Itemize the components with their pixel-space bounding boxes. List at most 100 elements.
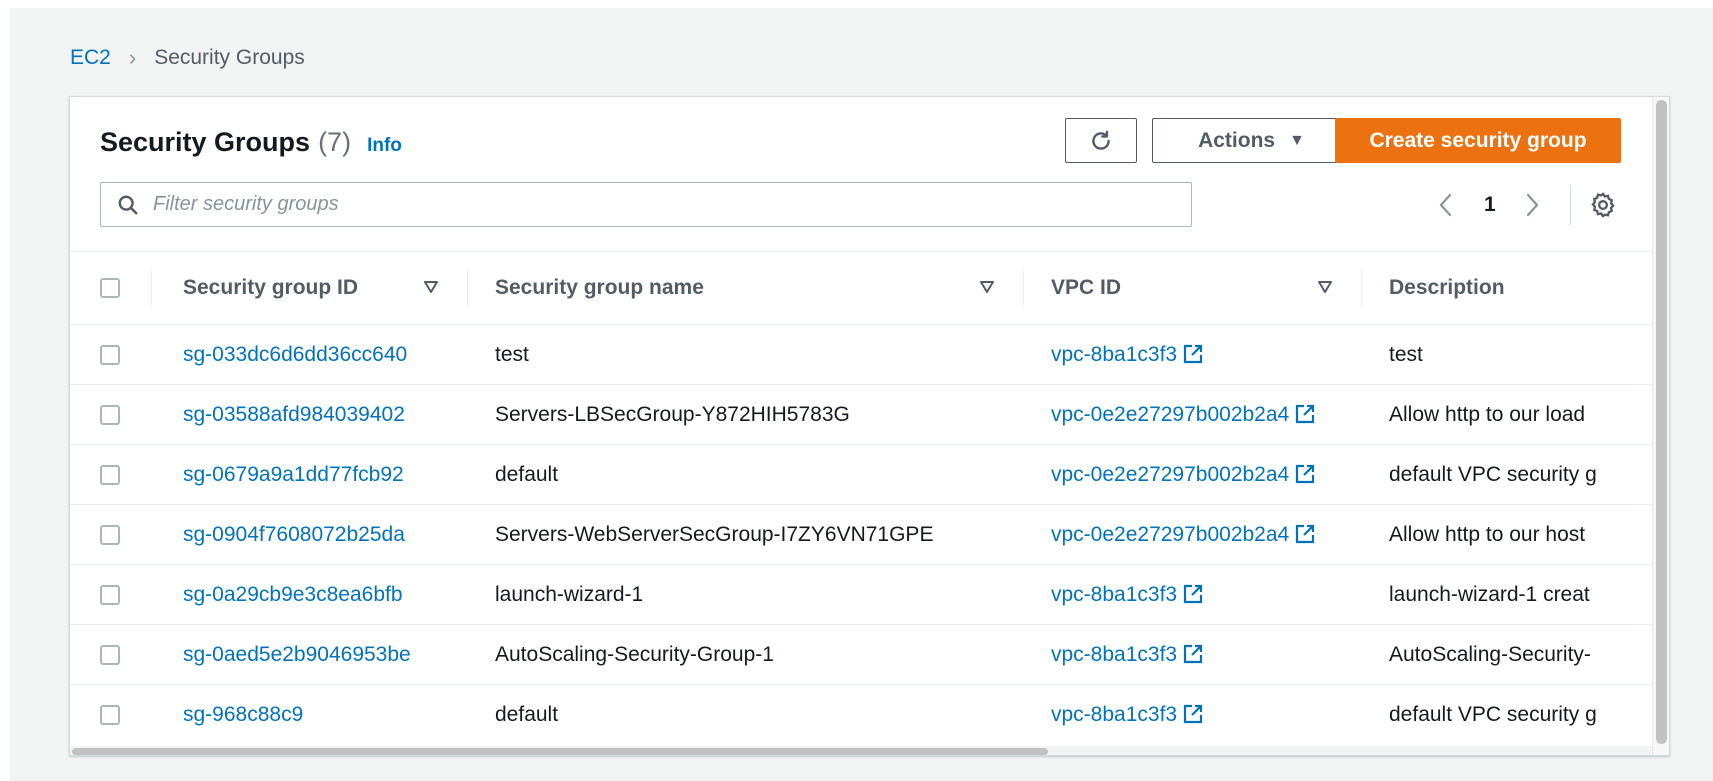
security-group-id-link[interactable]: sg-03588afd984039402 xyxy=(183,403,405,426)
security-group-id-link[interactable]: sg-0904f7608072b25da xyxy=(183,523,405,546)
table-header-row: Security group ID Security group name VP… xyxy=(70,251,1652,325)
security-group-id-link[interactable]: sg-0a29cb9e3c8ea6bfb xyxy=(183,583,403,606)
caret-down-icon: ▼ xyxy=(1289,131,1305,149)
column-header-label: Description xyxy=(1389,276,1505,299)
pagination-divider xyxy=(1570,185,1571,225)
security-group-description: launch-wizard-1 creat xyxy=(1389,582,1590,606)
vpc-id-label: vpc-8ba1c3f3 xyxy=(1051,642,1178,666)
breadcrumb-current: Security Groups xyxy=(154,46,305,69)
row-checkbox[interactable] xyxy=(100,404,120,425)
column-divider xyxy=(1361,270,1362,306)
security-group-description: default VPC security g xyxy=(1389,462,1597,486)
vpc-id-label: vpc-8ba1c3f3 xyxy=(1051,582,1178,606)
vpc-id-label: vpc-0e2e27297b002b2a4 xyxy=(1051,402,1290,426)
column-header-label: VPC ID xyxy=(1051,276,1122,299)
external-link-icon xyxy=(1183,344,1203,363)
sort-down-icon xyxy=(980,281,994,293)
security-groups-panel: Security Groups (7) Info Actions ▼ Creat… xyxy=(69,96,1670,756)
refresh-button[interactable] xyxy=(1065,118,1137,163)
table-row[interactable]: sg-0904f7608072b25da Servers-WebServerSe… xyxy=(70,505,1652,565)
column-header-vpc-id[interactable]: VPC ID xyxy=(1023,252,1361,325)
security-group-id-link[interactable]: sg-0aed5e2b9046953be xyxy=(183,643,411,666)
horizontal-scrollbar-thumb[interactable] xyxy=(72,748,1048,755)
vertical-scrollbar-thumb[interactable] xyxy=(1656,100,1667,744)
column-header-label: Security group name xyxy=(495,276,704,299)
sort-down-icon xyxy=(424,281,438,293)
external-link-icon xyxy=(1183,704,1203,723)
security-group-description: AutoScaling-Security- xyxy=(1389,642,1591,666)
security-group-description: Allow http to our host xyxy=(1389,522,1586,546)
security-group-name: default xyxy=(495,702,559,726)
select-all-checkbox[interactable] xyxy=(100,278,120,298)
external-link-icon xyxy=(1296,464,1315,483)
table-row[interactable]: sg-0a29cb9e3c8ea6bfb launch-wizard-1 vpc… xyxy=(70,565,1652,625)
vpc-id-label: vpc-0e2e27297b002b2a4 xyxy=(1051,462,1290,486)
vpc-id-link[interactable]: vpc-8ba1c3f3 xyxy=(1051,703,1203,726)
security-group-name: Servers-LBSecGroup-Y872HIH5783G xyxy=(495,402,850,426)
security-group-name: AutoScaling-Security-Group-1 xyxy=(495,642,774,666)
security-group-name: default xyxy=(495,462,559,486)
column-header-security-group-name[interactable]: Security group name xyxy=(467,252,1023,325)
chevron-right-icon: › xyxy=(128,45,137,70)
search-box[interactable] xyxy=(100,182,1192,227)
search-input[interactable] xyxy=(153,193,1173,216)
vpc-id-label: vpc-8ba1c3f3 xyxy=(1051,342,1178,366)
group-count: (7) xyxy=(318,127,352,157)
table-row[interactable]: sg-033dc6d6dd36cc640 test vpc-8ba1c3f3 t… xyxy=(70,325,1652,385)
row-checkbox[interactable] xyxy=(100,584,120,605)
page-title: Security Groups xyxy=(100,127,311,157)
external-link-icon xyxy=(1296,404,1315,423)
security-group-id-link[interactable]: sg-033dc6d6dd36cc640 xyxy=(183,343,407,366)
vpc-id-link[interactable]: vpc-0e2e27297b002b2a4 xyxy=(1051,463,1315,486)
security-group-name: launch-wizard-1 xyxy=(495,582,644,606)
column-divider xyxy=(467,270,468,306)
vpc-id-link[interactable]: vpc-8ba1c3f3 xyxy=(1051,343,1203,366)
chevron-right-icon xyxy=(1526,193,1539,217)
row-checkbox[interactable] xyxy=(100,644,120,665)
security-group-description: default VPC security g xyxy=(1389,702,1597,726)
security-group-name: Servers-WebServerSecGroup-I7ZY6VN71GPE xyxy=(495,522,934,546)
security-group-description: Allow http to our load xyxy=(1389,402,1586,426)
table-row[interactable]: sg-0aed5e2b9046953be AutoScaling-Securit… xyxy=(70,625,1652,685)
vpc-id-link[interactable]: vpc-8ba1c3f3 xyxy=(1051,643,1203,666)
row-checkbox[interactable] xyxy=(100,344,120,365)
column-header-description[interactable]: Description xyxy=(1361,252,1652,325)
actions-label: Actions xyxy=(1198,128,1276,152)
security-group-id-link[interactable]: sg-968c88c9 xyxy=(183,703,303,726)
search-icon xyxy=(117,193,141,217)
vpc-id-link[interactable]: vpc-0e2e27297b002b2a4 xyxy=(1051,523,1315,546)
external-link-icon xyxy=(1183,584,1203,603)
breadcrumb: EC2 › Security Groups xyxy=(70,44,305,72)
row-checkbox[interactable] xyxy=(100,704,120,725)
column-header-label: Security group ID xyxy=(183,276,359,299)
vpc-id-label: vpc-8ba1c3f3 xyxy=(1051,702,1178,726)
pagination-page-1[interactable]: 1 xyxy=(1484,185,1496,225)
panel-header: Security Groups (7) Info Actions ▼ Creat… xyxy=(70,97,1652,251)
column-header-security-group-id[interactable]: Security group ID xyxy=(151,252,467,325)
info-link[interactable]: Info xyxy=(367,135,402,157)
create-security-group-button[interactable]: Create security group xyxy=(1335,118,1621,163)
table-settings-button[interactable] xyxy=(1589,191,1617,219)
security-groups-table: Security group ID Security group name VP… xyxy=(70,251,1652,736)
vpc-id-label: vpc-0e2e27297b002b2a4 xyxy=(1051,522,1290,546)
breadcrumb-ec2-link[interactable]: EC2 xyxy=(70,46,111,70)
row-checkbox[interactable] xyxy=(100,524,120,545)
table-row[interactable]: sg-968c88c9 default vpc-8ba1c3f3 default… xyxy=(70,685,1652,737)
table-row[interactable]: sg-03588afd984039402 Servers-LBSecGroup-… xyxy=(70,385,1652,445)
panel-title: Security Groups (7) Info xyxy=(100,127,402,158)
pagination-next-button[interactable] xyxy=(1522,185,1542,225)
gear-icon xyxy=(1591,192,1615,218)
row-checkbox[interactable] xyxy=(100,464,120,485)
security-group-description: test xyxy=(1389,342,1423,366)
chevron-left-icon xyxy=(1439,193,1452,217)
external-link-icon xyxy=(1183,644,1203,663)
security-group-name: test xyxy=(495,342,529,366)
external-link-icon xyxy=(1296,524,1315,543)
vpc-id-link[interactable]: vpc-8ba1c3f3 xyxy=(1051,583,1203,606)
actions-dropdown-button[interactable]: Actions ▼ xyxy=(1152,118,1351,163)
security-group-id-link[interactable]: sg-0679a9a1dd77fcb92 xyxy=(183,463,404,486)
vpc-id-link[interactable]: vpc-0e2e27297b002b2a4 xyxy=(1051,403,1315,426)
column-divider xyxy=(151,270,152,306)
table-row[interactable]: sg-0679a9a1dd77fcb92 default vpc-0e2e272… xyxy=(70,445,1652,505)
pagination-previous-button[interactable] xyxy=(1436,185,1456,225)
